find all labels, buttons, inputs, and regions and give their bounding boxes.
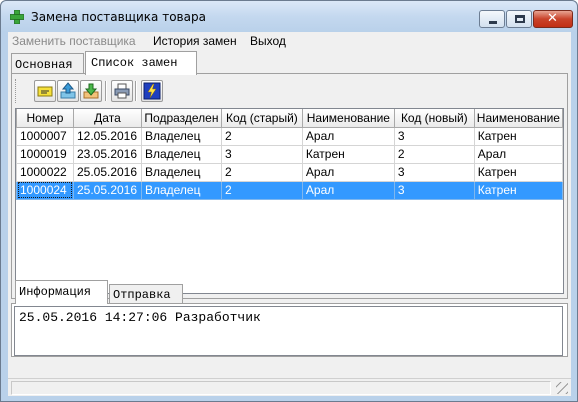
tab-sending[interactable]: Отправка — [109, 284, 183, 304]
cell-date: 12.05.2016 — [72, 126, 142, 146]
close-button[interactable]: ✕ — [533, 10, 573, 28]
tab-main[interactable]: Основная — [11, 53, 84, 75]
replacements-grid[interactable]: Номер Дата Подразделен Код (старый) Наим… — [15, 108, 564, 294]
cell-new-name: Катрен — [473, 180, 563, 200]
move-down-button[interactable] — [80, 80, 102, 102]
column-header[interactable]: Дата — [72, 109, 142, 128]
toolbar-grip[interactable] — [15, 79, 18, 103]
table-row-selected[interactable]: 1000024 25.05.2016 Владелец 2 Арал 3 Кат… — [16, 180, 563, 200]
print-button[interactable] — [111, 80, 133, 102]
tab-replace-list-label: Список замен — [91, 56, 178, 70]
cell-division: Владелец — [140, 126, 222, 146]
column-header[interactable]: Номер — [16, 109, 74, 128]
cell-old-code: 2 — [220, 180, 303, 200]
cell-date: 25.05.2016 — [72, 180, 142, 200]
replacements-table: Номер Дата Подразделен Код (старый) Наим… — [16, 109, 563, 200]
client-area: Заменить поставщика История замен Выход … — [8, 32, 571, 396]
cell-new-name: Катрен — [473, 162, 563, 182]
arrow-up-icon — [60, 82, 76, 99]
cell-date: 25.05.2016 — [72, 162, 142, 182]
print-icon — [114, 83, 130, 99]
cell-new-code: 3 — [393, 180, 475, 200]
cell-old-code: 2 — [220, 162, 303, 182]
maximize-button[interactable] — [506, 10, 532, 28]
information-pane: 25.05.2016 14:27:06 Разработчик — [11, 303, 568, 357]
info-text: 25.05.2016 14:27:06 Разработчик — [19, 310, 261, 325]
cell-number: 1000024 — [16, 180, 74, 200]
replace-list-pane: Номер Дата Подразделен Код (старый) Наим… — [11, 73, 568, 299]
column-header[interactable]: Код (старый) — [220, 109, 303, 128]
cell-number: 1000007 — [16, 126, 74, 146]
menu-bar: Заменить поставщика История замен Выход — [8, 32, 571, 51]
grid-header-row: Номер Дата Подразделен Код (старый) Наим… — [16, 109, 563, 128]
cell-new-code: 3 — [393, 162, 475, 182]
toolbar — [15, 78, 165, 104]
toolbar-separator — [135, 81, 137, 101]
column-header[interactable]: Наименование — [301, 109, 395, 128]
column-header[interactable]: Подразделен — [140, 109, 222, 128]
cell-division: Владелец — [140, 180, 222, 200]
menu-replace-history[interactable]: История замен — [153, 34, 237, 48]
cell-new-name: Арал — [473, 144, 563, 164]
cell-date: 23.05.2016 — [72, 144, 142, 164]
lightning-icon — [143, 82, 161, 100]
toolbar-separator — [105, 81, 107, 101]
tab-replace-list[interactable]: Список замен — [85, 51, 197, 75]
cell-number: 1000019 — [16, 144, 74, 164]
arrow-down-icon — [83, 83, 99, 99]
status-bar — [8, 378, 571, 396]
cell-number: 1000022 — [16, 162, 74, 182]
app-window: Замена поставщика товара ✕ Заменить пост… — [0, 0, 578, 402]
info-text-box[interactable]: 25.05.2016 14:27:06 Разработчик — [14, 306, 563, 356]
menu-exit[interactable]: Выход — [250, 34, 286, 48]
close-icon: ✕ — [547, 11, 558, 26]
cell-old-name: Катрен — [301, 144, 395, 164]
cell-division: Владелец — [140, 162, 222, 182]
tab-information-label: Информация — [19, 285, 92, 299]
status-panel — [11, 381, 551, 395]
cell-old-name: Арал — [301, 126, 395, 146]
menu-replace-supplier[interactable]: Заменить поставщика — [12, 34, 136, 48]
cell-old-code: 3 — [220, 144, 303, 164]
window-title: Замена поставщика товара — [31, 10, 206, 24]
execute-button[interactable] — [141, 80, 163, 102]
edit-button[interactable] — [34, 80, 56, 102]
green-cross-icon — [10, 10, 24, 24]
tab-sending-label: Отправка — [113, 288, 171, 302]
edit-form-icon — [37, 86, 53, 97]
cell-old-name: Арал — [301, 162, 395, 182]
cell-new-name: Катрен — [473, 126, 563, 146]
title-bar[interactable]: Замена поставщика товара ✕ — [1, 1, 577, 32]
cell-new-code: 3 — [393, 126, 475, 146]
column-header[interactable]: Наименование — [473, 109, 563, 128]
table-row[interactable]: 1000022 25.05.2016 Владелец 2 Арал 3 Кат… — [16, 162, 563, 182]
table-row[interactable]: 1000007 12.05.2016 Владелец 2 Арал 3 Кат… — [16, 126, 563, 146]
cell-old-code: 2 — [220, 126, 303, 146]
maximize-icon — [515, 15, 525, 23]
resize-grip-icon[interactable] — [556, 382, 568, 394]
tab-main-label: Основная — [15, 58, 73, 72]
tab-information[interactable]: Информация — [15, 280, 108, 304]
minimize-button[interactable] — [479, 10, 505, 28]
minimize-icon — [489, 21, 497, 24]
cell-division: Владелец — [140, 144, 222, 164]
move-up-button[interactable] — [57, 80, 79, 102]
cell-old-name: Арал — [301, 180, 395, 200]
column-header[interactable]: Код (новый) — [393, 109, 475, 128]
table-row[interactable]: 1000019 23.05.2016 Владелец 3 Катрен 2 А… — [16, 144, 563, 164]
cell-new-code: 2 — [393, 144, 475, 164]
